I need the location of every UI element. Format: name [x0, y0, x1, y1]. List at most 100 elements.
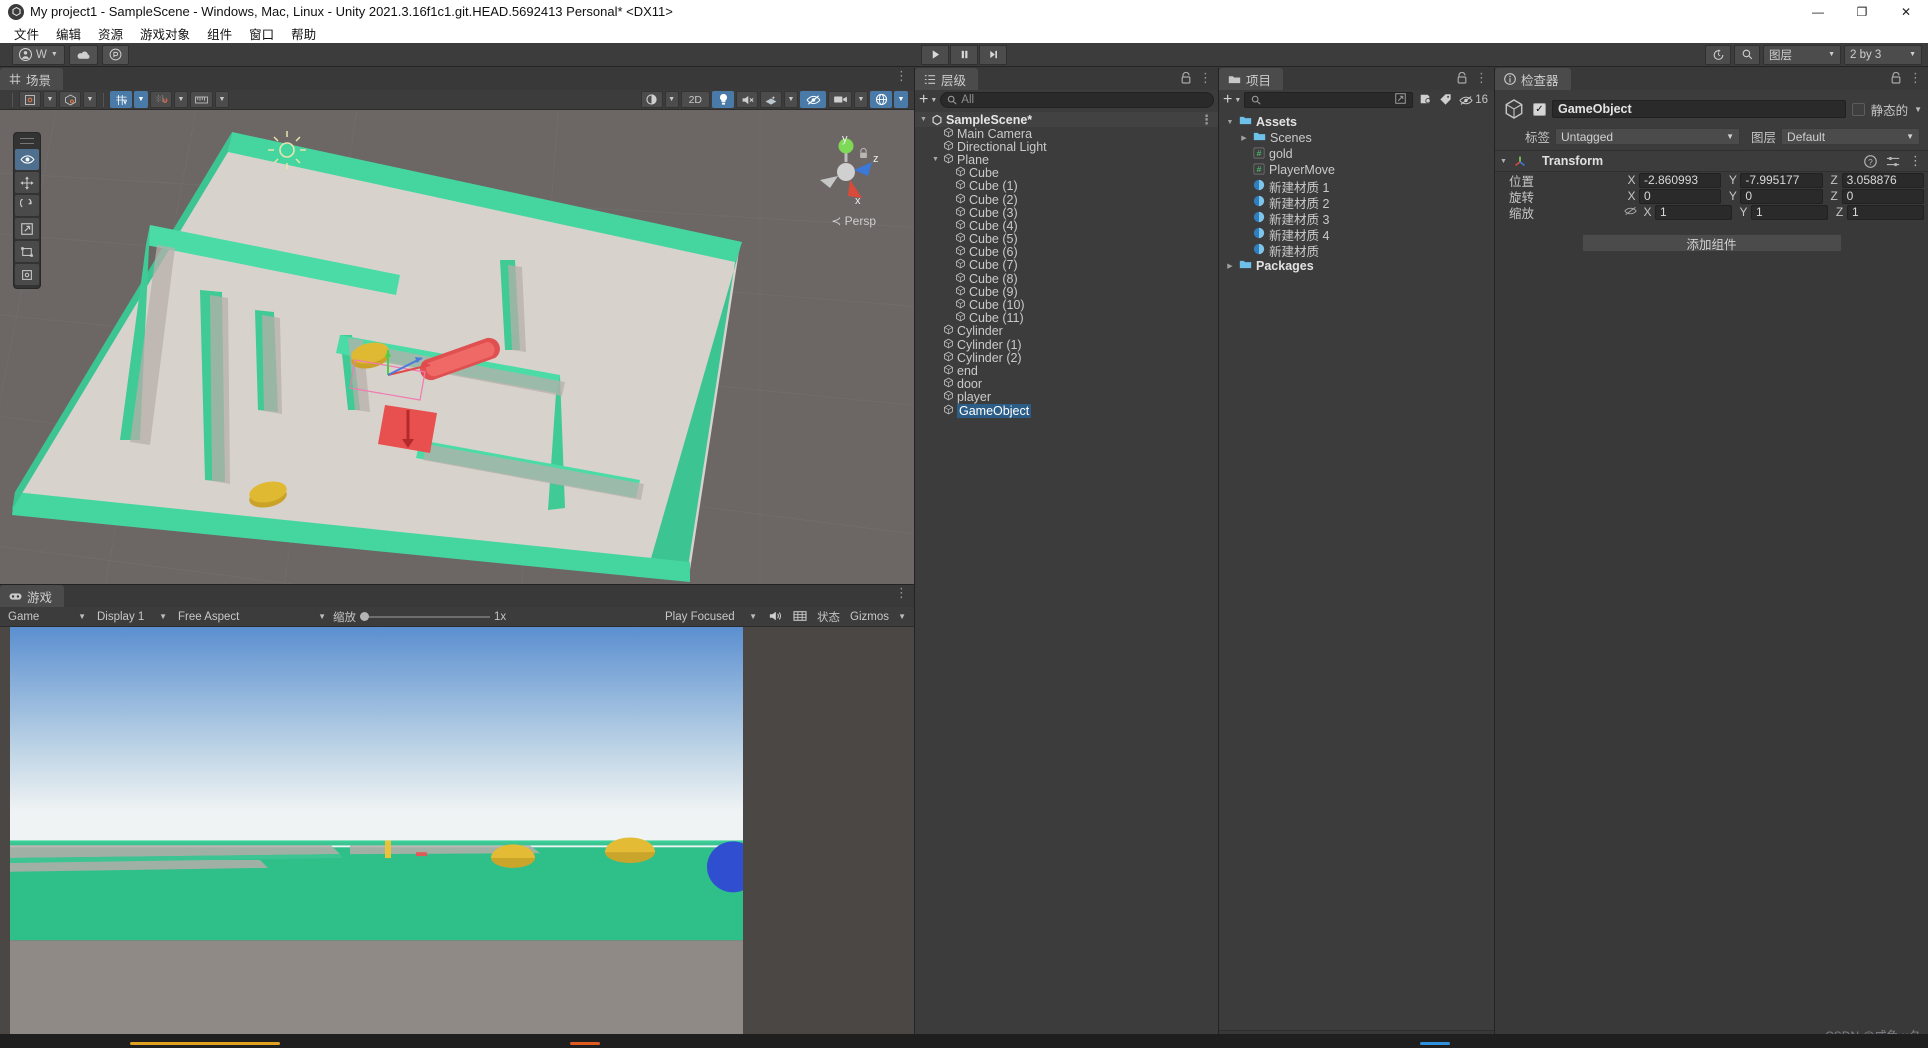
project-add-button[interactable]: + ▼	[1223, 92, 1241, 108]
fx-toggle-button[interactable]	[760, 91, 782, 108]
transform-component-header[interactable]: ▼ Transform ? ⋮	[1495, 151, 1928, 172]
move-tool-button[interactable]	[15, 172, 39, 193]
search-button[interactable]	[1734, 44, 1760, 65]
gizmos-dropdown[interactable]: Gizmos ▼	[846, 608, 910, 625]
constrain-proportions-icon[interactable]	[1624, 205, 1637, 219]
pivot-mode-dropdown[interactable]: ▼	[43, 91, 57, 108]
taskbar-item-2[interactable]	[570, 1042, 600, 1045]
hierarchy-item-cube-6[interactable]: Cube (6)	[915, 245, 1218, 259]
menu-item-component[interactable]: 组件	[207, 24, 232, 43]
layout-dropdown[interactable]: 2 by 3 ▼	[1844, 44, 1922, 65]
transform-scale-z-field[interactable]: 1	[1847, 204, 1924, 220]
rotate-tool-button[interactable]	[15, 195, 39, 216]
project-search-input[interactable]	[1244, 92, 1414, 108]
object-enabled-checkbox[interactable]: ✓	[1533, 102, 1546, 116]
lighting-toggle-button[interactable]	[712, 91, 734, 108]
palette-grip[interactable]	[20, 138, 34, 144]
project-item-gold[interactable]: # gold	[1219, 146, 1494, 162]
hierarchy-scene-row[interactable]: ▼ SampleScene* ⋮	[915, 112, 1218, 127]
transform-kebab[interactable]: ⋮	[1909, 154, 1922, 167]
tree-chevron-icon[interactable]: ▶	[1225, 262, 1235, 270]
stats-button[interactable]	[789, 609, 811, 625]
audio-mute-button[interactable]	[764, 609, 786, 625]
scene-menu-kebab[interactable]: ⋮	[895, 69, 908, 82]
hierarchy-item-main-camera[interactable]: Main Camera	[915, 127, 1218, 141]
maximize-button[interactable]: ❐	[1840, 0, 1884, 23]
tag-dropdown[interactable]: Untagged ▼	[1555, 128, 1741, 145]
ruler-snap-dropdown[interactable]: ▼	[215, 91, 229, 108]
zoom-slider-group[interactable]: 缩放 1x	[333, 609, 506, 625]
add-component-button[interactable]: 添加组件	[1581, 234, 1842, 252]
project-item-scenes[interactable]: ▶ Scenes	[1219, 130, 1494, 146]
gizmos-toggle-dropdown[interactable]: ▼	[894, 91, 908, 108]
game-menu-kebab[interactable]: ⋮	[895, 586, 908, 599]
tree-chevron-icon[interactable]: ▼	[1225, 119, 1235, 126]
toggle-2d-button[interactable]: 2D	[680, 91, 710, 108]
hierarchy-item-cylinder-1[interactable]: Cylinder (1)	[915, 338, 1218, 352]
hierarchy-item-cube-10[interactable]: Cube (10)	[915, 298, 1218, 312]
zoom-slider-knob[interactable]	[360, 612, 369, 621]
project-item-playermove[interactable]: # PlayerMove	[1219, 162, 1494, 178]
lock-icon[interactable]	[1181, 72, 1191, 84]
menu-item-window[interactable]: 窗口	[249, 24, 274, 43]
hierarchy-list[interactable]: ▼ SampleScene* ⋮ Main Camera Directional …	[915, 110, 1218, 1048]
transform-rotation-y-field[interactable]: 0	[1740, 188, 1823, 204]
hierarchy-item-player[interactable]: player	[915, 390, 1218, 404]
shading-mode-dropdown[interactable]: ▼	[664, 91, 679, 108]
tree-chevron-icon[interactable]: ▶	[1239, 134, 1249, 142]
hierarchy-item-directional-light[interactable]: Directional Light	[915, 140, 1218, 154]
help-icon[interactable]: ?	[1864, 154, 1877, 168]
pause-button[interactable]	[950, 44, 978, 65]
menu-item-edit[interactable]: 编辑	[56, 24, 81, 43]
hierarchy-item-cube-3[interactable]: Cube (3)	[915, 206, 1218, 220]
inspector-menu-kebab[interactable]: ⋮	[1909, 71, 1922, 84]
object-name-field[interactable]: GameObject	[1552, 100, 1846, 118]
taskbar-item-3[interactable]	[1420, 1042, 1450, 1045]
hierarchy-item-cylinder-2[interactable]: Cylinder (2)	[915, 351, 1218, 365]
project-item-3[interactable]: 新建材质 3	[1219, 210, 1494, 227]
hierarchy-item-cylinder[interactable]: Cylinder	[915, 324, 1218, 338]
hierarchy-item-cube-1[interactable]: Cube (1)	[915, 179, 1218, 193]
hierarchy-item-cube-11[interactable]: Cube (11)	[915, 311, 1218, 325]
display-dropdown[interactable]: Display 1 ▼	[93, 608, 171, 625]
undo-history-button[interactable]	[1705, 44, 1731, 65]
transform-position-y-field[interactable]: -7.995177	[1740, 172, 1823, 188]
camera-settings-dropdown[interactable]: ▼	[854, 91, 868, 108]
menu-item-file[interactable]: 文件	[14, 24, 39, 43]
view-tool-button[interactable]	[15, 149, 39, 170]
scene-row-kebab[interactable]: ⋮	[1200, 113, 1213, 126]
game-viewport[interactable]	[0, 627, 914, 1048]
scene-viewport[interactable]: y z x ≺ Persp	[0, 110, 914, 584]
grid-snap-button[interactable]	[110, 91, 132, 108]
magnet-snap-dropdown[interactable]: ▼	[174, 91, 188, 108]
hierarchy-item-cube-9[interactable]: Cube (9)	[915, 285, 1218, 299]
aspect-dropdown[interactable]: Free Aspect ▼	[174, 608, 330, 625]
rect-tool-button[interactable]	[15, 241, 39, 262]
project-item-assets[interactable]: ▼ Assets	[1219, 114, 1494, 130]
magnet-snap-button[interactable]	[150, 91, 172, 108]
pivot-rotation-dropdown[interactable]: ▼	[83, 91, 97, 108]
tab-hierarchy[interactable]: 层级	[915, 68, 979, 90]
stats-label[interactable]: 状态	[814, 609, 843, 625]
filter-label-button[interactable]	[1437, 92, 1454, 108]
play-button[interactable]	[921, 44, 949, 65]
hierarchy-menu-kebab[interactable]: ⋮	[1199, 71, 1212, 84]
account-button[interactable]: W ▼	[12, 44, 65, 65]
hierarchy-item-gameobject[interactable]: GameObject	[915, 403, 1218, 418]
project-menu-kebab[interactable]: ⋮	[1475, 71, 1488, 84]
hierarchy-search-input[interactable]: All	[940, 92, 1214, 108]
pivot-mode-button[interactable]	[19, 91, 41, 108]
camera-settings-button[interactable]	[828, 91, 852, 108]
menu-item-assets[interactable]: 资源	[98, 24, 123, 43]
view-orientation-gizmo[interactable]: y z x	[806, 132, 886, 212]
step-button[interactable]	[979, 44, 1007, 65]
hierarchy-item-cube-4[interactable]: Cube (4)	[915, 219, 1218, 233]
layers-dropdown[interactable]: 图层 ▼	[1763, 44, 1841, 65]
taskbar-item-1[interactable]	[130, 1042, 280, 1045]
hidden-assets-toggle[interactable]: 16	[1457, 94, 1490, 106]
hierarchy-item-cube[interactable]: Cube	[915, 166, 1218, 180]
lock-icon[interactable]	[1891, 72, 1901, 84]
chevron-down-icon[interactable]: ▼	[1914, 105, 1922, 114]
scene-lock-icon[interactable]	[859, 148, 868, 159]
grid-snap-dropdown[interactable]: ▼	[134, 91, 148, 108]
